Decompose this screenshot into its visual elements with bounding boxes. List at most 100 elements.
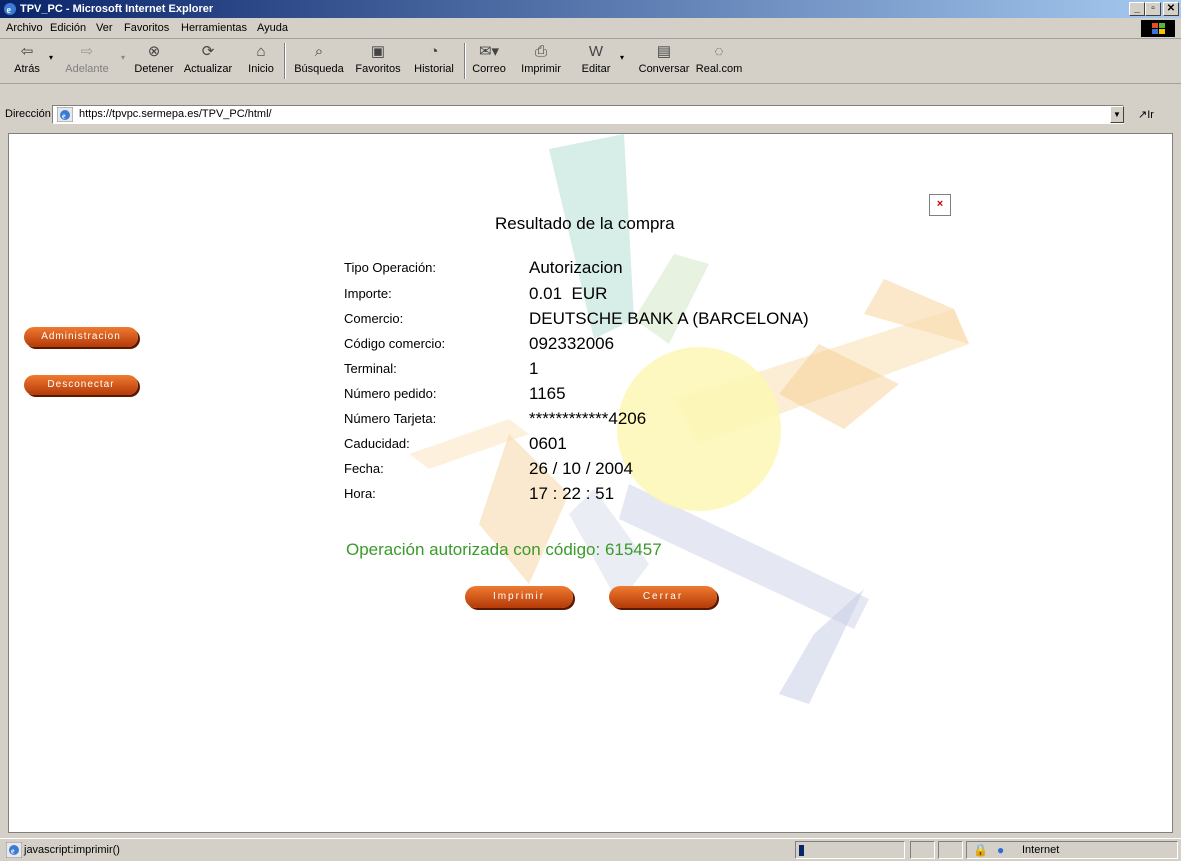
- broken-image-icon: ×: [929, 194, 951, 216]
- edit-dropdown-icon[interactable]: ▾: [620, 53, 624, 62]
- discuss-button[interactable]: ▤ Conversar: [636, 41, 692, 75]
- svg-text:e: e: [62, 112, 66, 121]
- field-value-hora: 17 : 22 : 51: [529, 484, 615, 503]
- field-value-caducidad: 0601: [529, 434, 567, 453]
- menu-edicion[interactable]: Edición: [50, 22, 86, 34]
- status-panel: [938, 841, 963, 859]
- field-value-numero-pedido: 1165: [529, 384, 566, 403]
- title-bar: e TPV_PC - Microsoft Internet Explorer _…: [0, 0, 1181, 18]
- mail-label: Correo: [472, 63, 506, 75]
- field-value-comercio: DEUTSCHE BANK A (BARCELONA): [529, 309, 809, 328]
- menu-bar: Archivo Edición Ver Favoritos Herramient…: [0, 18, 1181, 39]
- status-bar: e javascript:imprimir() 🔒 ● Internet: [0, 838, 1181, 861]
- realcom-label: Real.com: [695, 63, 743, 75]
- status-text: javascript:imprimir(): [24, 844, 120, 856]
- search-icon: ⌕: [314, 43, 324, 60]
- menu-herramientas[interactable]: Herramientas: [181, 22, 247, 34]
- back-button[interactable]: ⇦ Atrás: [12, 41, 42, 75]
- go-button[interactable]: ↗Ir: [1138, 108, 1154, 121]
- address-bar: Dirección e https://tpvpc.sermepa.es/TPV…: [0, 104, 1181, 126]
- toolbar: ⇦ Atrás ▾ ⇨ Adelante ▾ ⊗ Detener ⟳ Actualiza…: [0, 39, 1181, 84]
- refresh-label: Actualizar: [183, 63, 233, 75]
- toolbar-separator: [284, 43, 286, 79]
- forward-dropdown-icon[interactable]: ▾: [121, 53, 125, 62]
- field-label-tipo-operacion: Tipo Operación:: [344, 260, 437, 275]
- close-button[interactable]: ✕: [1163, 2, 1179, 16]
- field-label-comercio: Comercio:: [344, 311, 404, 326]
- home-button[interactable]: ⌂ Inicio: [244, 41, 278, 75]
- discuss-label: Conversar: [638, 63, 690, 75]
- address-url: https://tpvpc.sermepa.es/TPV_PC/html/: [79, 108, 272, 120]
- close-page-button[interactable]: Cerrar: [609, 586, 717, 608]
- zone-panel: 🔒 ●: [966, 841, 1178, 859]
- favorites-label: Favoritos: [355, 63, 401, 75]
- svg-text:e: e: [7, 5, 12, 16]
- progress-bar: [799, 845, 804, 856]
- minimize-button[interactable]: _: [1129, 2, 1145, 16]
- windows-logo-icon: [1141, 20, 1175, 37]
- page-title: Resultado de la compra: [495, 214, 675, 233]
- logout-button[interactable]: Desconectar: [24, 375, 138, 395]
- ie-logo-icon: e: [4, 3, 16, 16]
- field-label-terminal: Terminal:: [344, 361, 397, 376]
- field-value-importe: 0.01 EUR: [529, 284, 608, 303]
- refresh-icon: ⟳: [201, 43, 215, 60]
- home-icon: ⌂: [256, 43, 266, 60]
- window-title: TPV_PC - Microsoft Internet Explorer: [20, 3, 214, 15]
- go-arrow-icon: ↗: [1138, 109, 1148, 121]
- edit-label: Editar: [581, 63, 611, 75]
- page-content: Administracion Desconectar Resultado de …: [8, 133, 1173, 833]
- stop-label: Detener: [134, 63, 174, 75]
- home-label: Inicio: [248, 63, 274, 75]
- maximize-button[interactable]: ▫: [1145, 2, 1161, 16]
- menu-favoritos[interactable]: Favoritos: [124, 22, 169, 34]
- menu-archivo[interactable]: Archivo: [6, 22, 43, 34]
- menu-ver[interactable]: Ver: [96, 22, 113, 34]
- back-arrow-icon: ⇦: [20, 43, 34, 60]
- stop-icon: ⊗: [147, 43, 161, 60]
- field-value-codigo-comercio: 092332006: [529, 334, 615, 353]
- stop-button[interactable]: ⊗ Detener: [133, 41, 175, 75]
- field-value-tipo-operacion: Autorizacion: [529, 258, 623, 277]
- address-label: Dirección: [5, 108, 51, 120]
- realcom-button[interactable]: ◌ Real.com: [694, 41, 744, 75]
- search-button[interactable]: ⌕ Búsqueda: [292, 41, 346, 75]
- edit-button[interactable]: W Editar: [578, 41, 614, 75]
- field-label-fecha: Fecha:: [344, 461, 384, 476]
- field-value-numero-tarjeta: ************4206: [529, 409, 647, 428]
- print-toolbar-button[interactable]: ⎙ Imprimir: [518, 41, 564, 75]
- back-label: Atrás: [14, 63, 40, 75]
- zone-label: Internet: [1022, 844, 1060, 856]
- history-label: Historial: [414, 63, 454, 75]
- progress-panel: [795, 841, 905, 859]
- forward-button[interactable]: ⇨ Adelante: [62, 41, 112, 75]
- field-label-importe: Importe:: [344, 286, 392, 301]
- print-button[interactable]: Imprimir: [465, 586, 573, 608]
- edit-icon: W: [588, 43, 604, 60]
- field-label-numero-tarjeta: Número Tarjeta:: [344, 411, 437, 426]
- lock-icon: 🔒: [973, 843, 988, 857]
- address-input[interactable]: e https://tpvpc.sermepa.es/TPV_PC/html/: [52, 105, 1124, 124]
- favorites-button[interactable]: ▣ Favoritos: [352, 41, 404, 75]
- go-label: Ir: [1147, 109, 1154, 121]
- favorites-icon: ▣: [370, 43, 386, 60]
- field-value-fecha: 26 / 10 / 2004: [529, 459, 633, 478]
- field-label-caducidad: Caducidad:: [344, 436, 410, 451]
- globe-icon: ●: [997, 843, 1005, 857]
- field-label-hora: Hora:: [344, 486, 376, 501]
- status-panel: [910, 841, 935, 859]
- admin-button[interactable]: Administracion: [24, 327, 138, 347]
- forward-label: Adelante: [65, 63, 109, 75]
- toolbar-separator: [464, 43, 466, 79]
- forward-arrow-icon: ⇨: [80, 43, 94, 60]
- history-button[interactable]: ◔ Historial: [410, 41, 458, 75]
- mail-button[interactable]: ✉▾ Correo: [470, 41, 508, 75]
- refresh-button[interactable]: ⟳ Actualizar: [182, 41, 234, 75]
- search-label: Búsqueda: [294, 63, 344, 75]
- menu-ayuda[interactable]: Ayuda: [257, 22, 288, 34]
- history-icon: ◔: [429, 43, 439, 60]
- svg-text:e: e: [11, 847, 15, 856]
- address-dropdown-icon[interactable]: ▼: [1110, 106, 1124, 123]
- back-dropdown-icon[interactable]: ▾: [49, 53, 53, 62]
- authorization-message: Operación autorizada con código: 615457: [346, 540, 662, 559]
